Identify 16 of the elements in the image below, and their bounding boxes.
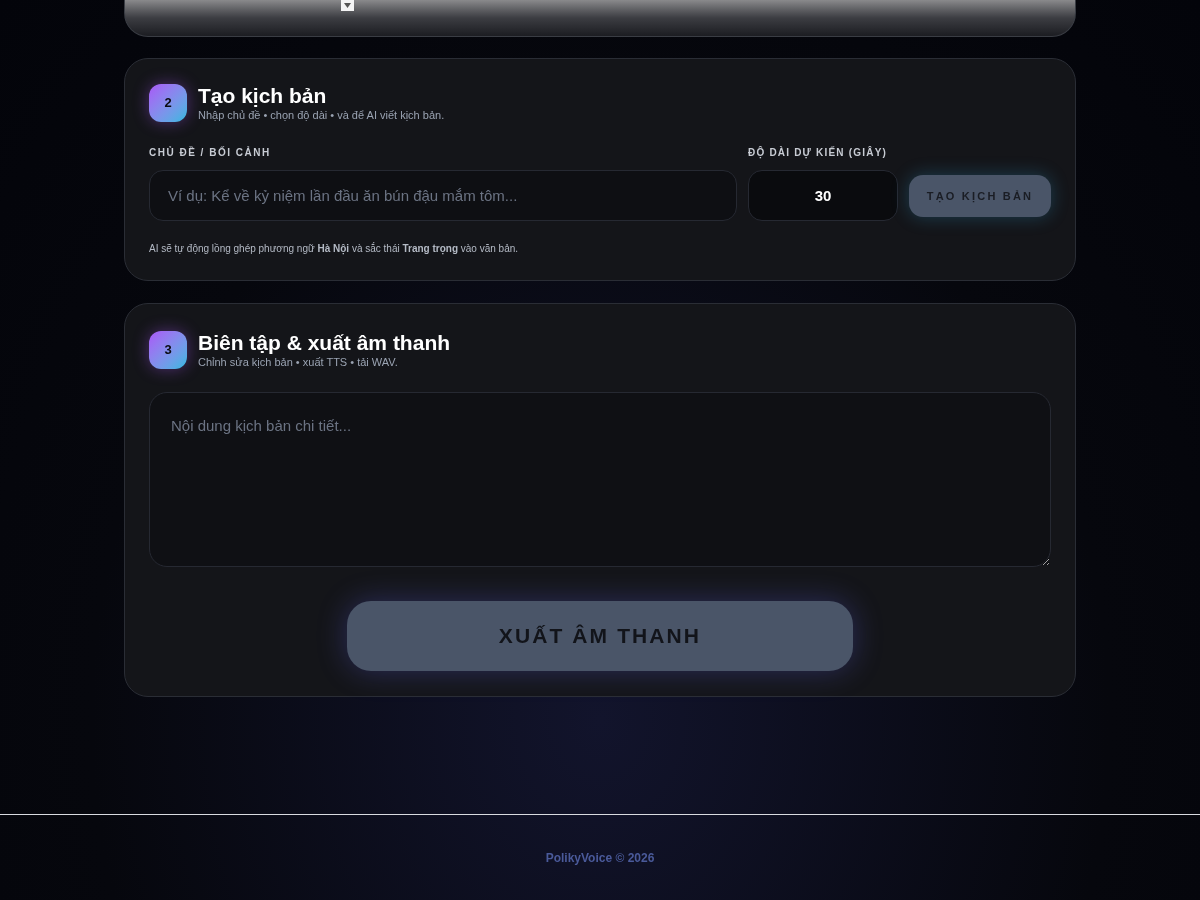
step-number-badge: 3 bbox=[149, 331, 187, 369]
field-label: CHỦ ĐỀ / BỐI CẢNH bbox=[149, 145, 272, 160]
duration-field[interactable]: 30 bbox=[748, 170, 898, 221]
generate-script-button[interactable]: TẠO KỊCH BẢN bbox=[909, 175, 1051, 217]
footer-copyright: PolikyVoice © 2026 bbox=[545, 849, 655, 867]
section-title: Biên tập & xuất âm thanh bbox=[198, 330, 451, 356]
section-title: Tạo kịch bản bbox=[198, 83, 328, 109]
export-audio-button[interactable]: XUẤT ÂM THANH bbox=[347, 601, 853, 671]
section-subtitle: Nhập chủ đề • chọn độ dài • và để AI viết kịch bản. bbox=[198, 109, 445, 123]
script-text-area[interactable]: Nội dung kịch bản chi tiết... bbox=[149, 392, 1051, 567]
dialect-note: AI sẽ tự động lồng ghép phương ngữ Hà Nội và sắc thái Trang trọng vào văn bản. bbox=[149, 241, 520, 256]
section-subtitle: Chỉnh sửa kịch bản • xuất TTS • tải WAV. bbox=[198, 356, 399, 370]
step-number-badge: 2 bbox=[149, 84, 187, 122]
field-label: ĐỘ DÀI DỰ KIẾN (GIÂY) bbox=[748, 145, 889, 160]
topic-field[interactable]: Ví dụ: Kể về kỷ niệm lần đầu ăn bún đậu mắm tôm... bbox=[149, 170, 737, 221]
dropdown-caret-icon[interactable] bbox=[341, 0, 354, 11]
